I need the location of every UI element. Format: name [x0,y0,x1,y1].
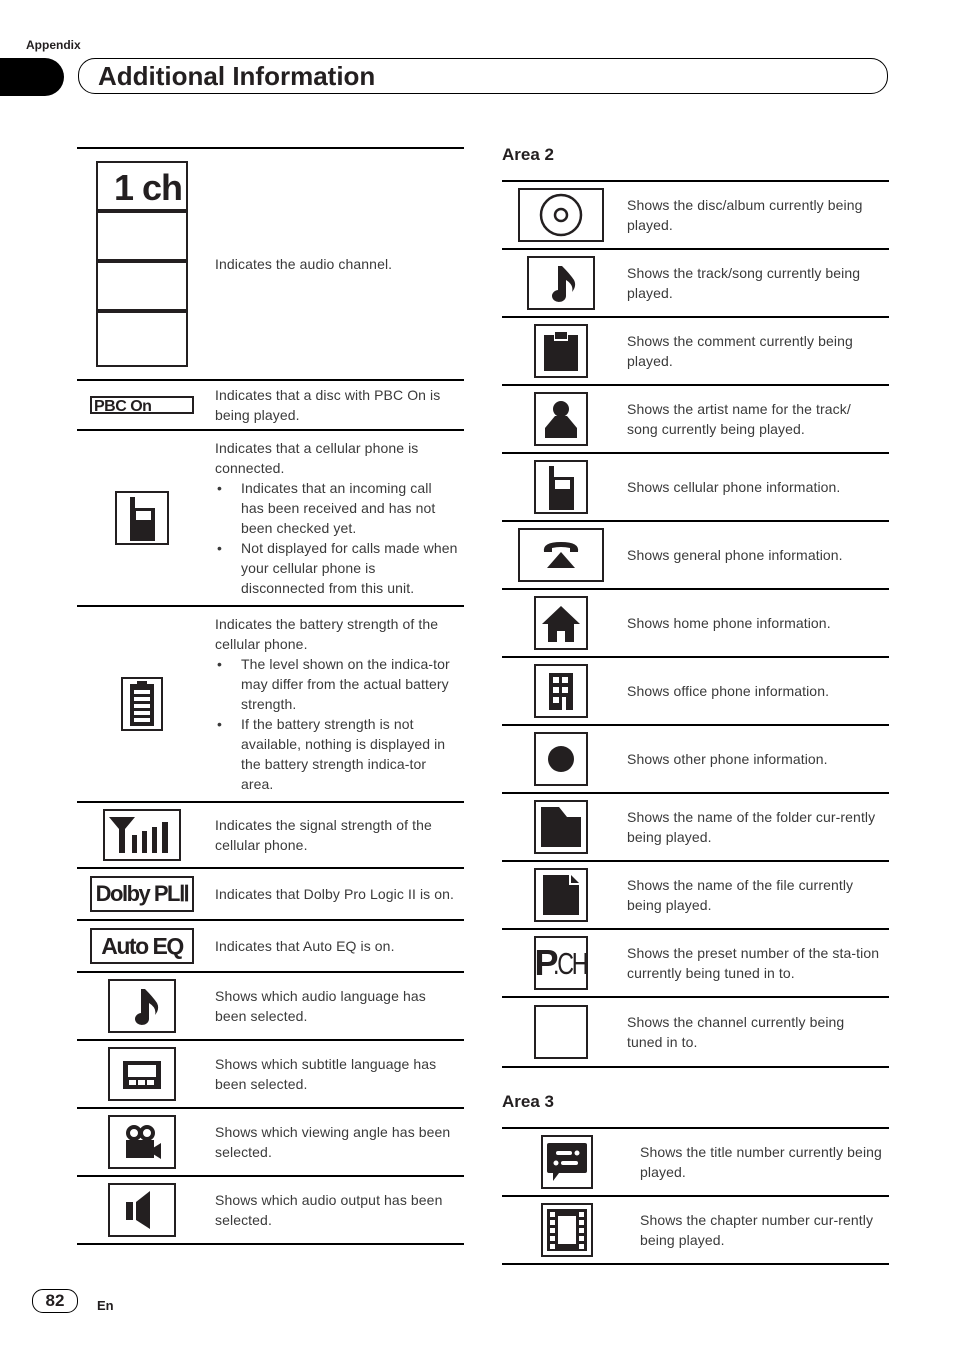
table-row: Shows cellular phone information. [502,453,889,521]
description: Indicates the audio channel. [215,256,393,272]
description: Shows the name of the folder cur-rently … [627,809,876,845]
bullet-item: Indicates that an incoming call has been… [215,478,458,538]
bullet-item: If the battery strength is not available… [215,714,458,794]
description: Shows the preset number of the sta-tion … [627,945,880,981]
title-icon [541,1135,593,1189]
bullet-item: Not displayed for calls made when your c… [215,538,458,598]
description: Shows the name of the file currently bei… [627,877,854,913]
area-2-heading: Area 2 [502,145,554,164]
table-row: Shows the title number currently being p… [502,1128,889,1196]
table-row: Shows the track/song currently being pla… [502,249,889,317]
description: Shows which subtitle language has been s… [215,1056,437,1092]
description: Shows general phone information. [627,547,843,563]
music-note-icon [526,256,595,310]
table-row: Dolby PLⅡ Indicates that Dolby Pro Logic… [77,868,464,920]
table-row: Shows home phone information. [502,589,889,657]
area-3-table: Shows the title number currently being p… [502,1127,889,1265]
description: Shows home phone information. [627,615,831,631]
table-row: Shows office phone information. [502,657,889,725]
language-label: En [97,1298,114,1313]
table-row: Shows general phone information. [502,521,889,589]
music-note-icon [108,979,176,1033]
table-row: Shows the disc/album currently being pla… [502,181,889,249]
cellular-phone-icon [115,491,169,545]
left-column: 1 ch Indicates the audio channel. PBC On… [77,147,464,1245]
description: Shows which viewing angle has been selec… [215,1124,451,1160]
channel-icon [533,1005,588,1059]
table-row: Shows which audio output has been select… [77,1176,464,1244]
description: Indicates that a cellular phone is conne… [207,430,464,606]
battery-icon [121,677,163,731]
pbc-on-indicator-icon: PBC On [90,395,194,414]
section-tab-marker [0,58,64,96]
preset-channel-icon: P .CH [533,936,588,990]
description: Indicates that a disc with PBC On is bei… [215,387,441,423]
description: Indicates that Dolby Pro Logic II is on. [215,886,455,902]
description: Indicates the signal strength of the cel… [215,817,432,853]
table-row: Shows which subtitle language has been s… [77,1040,464,1108]
table-row: Shows other phone information. [502,725,889,793]
description: Shows the track/song currently being pla… [627,265,861,301]
artist-icon [533,392,588,446]
table-row: P .CH Shows the preset number of the sta-… [502,929,889,997]
table-row: Indicates that a cellular phone is conne… [77,430,464,606]
table-row: Shows the chapter number cur-rently bein… [502,1196,889,1264]
table-row: Shows the comment currently being played… [502,317,889,385]
table-row: PBC On Indicates that a disc with PBC On… [77,380,464,430]
table-row: Shows the name of the folder cur-rently … [502,793,889,861]
bullet-item: The level shown on the indica-tor may di… [215,654,458,714]
table-row: Shows the artist name for the track/ son… [502,385,889,453]
section-label: Appendix [26,38,81,52]
subtitle-icon [108,1047,176,1101]
table-row: Shows the name of the file currently bei… [502,861,889,929]
table-row: Indicates the battery strength of the ce… [77,606,464,802]
auto-eq-icon: Auto EQ [90,928,194,964]
table-row: Shows which audio language has been sele… [77,972,464,1040]
description: Shows which audio output has been select… [215,1192,443,1228]
cellular-phone-icon [533,460,588,514]
table-row: Shows which viewing angle has been selec… [77,1108,464,1176]
description: Indicates that Auto EQ is on. [215,938,395,954]
dolby-pl2-icon: Dolby PLⅡ [90,876,194,912]
description: Shows the chapter number cur-rently bein… [640,1212,874,1248]
area-3-heading: Area 3 [502,1092,554,1111]
description: Shows the comment currently being played… [627,333,853,369]
description: Shows the channel currently being tuned … [627,1014,845,1050]
table-row: Auto EQ Indicates that Auto EQ is on. [77,920,464,972]
description: Shows other phone information. [627,751,828,767]
office-icon [533,664,588,718]
speaker-icon [108,1183,176,1237]
indicator-table: 1 ch Indicates the audio channel. PBC On… [77,147,464,1245]
camera-angle-icon [108,1115,176,1169]
disc-icon [517,188,604,242]
table-row: 1 ch Indicates the audio channel. [77,148,464,380]
home-icon [533,596,588,650]
right-column: Area 2 Shows the disc/album currently be… [502,143,889,1265]
signal-strength-icon [103,809,181,861]
page-title: Additional Information [98,61,376,91]
page-number: 82 [32,1289,78,1313]
comment-icon [533,324,588,378]
description: Shows the disc/album currently being pla… [627,197,863,233]
description: Shows the artist name for the track/ son… [627,401,851,437]
description: Shows cellular phone information. [627,479,841,495]
other-phone-icon [533,732,588,786]
description: Shows which audio language has been sele… [215,988,426,1024]
description: Shows the title number currently being p… [640,1144,882,1180]
general-phone-icon [517,528,604,582]
chapter-icon [541,1203,593,1257]
description: Shows office phone information. [627,683,830,699]
table-row: Shows the channel currently being tuned … [502,997,889,1067]
file-icon [533,868,588,922]
folder-icon [533,800,588,854]
table-row: Indicates the signal strength of the cel… [77,802,464,868]
audio-channel-indicator-icon: 1 ch [96,161,188,367]
area-2-table: Shows the disc/album currently being pla… [502,180,889,1068]
description: Indicates the battery strength of the ce… [207,606,464,802]
